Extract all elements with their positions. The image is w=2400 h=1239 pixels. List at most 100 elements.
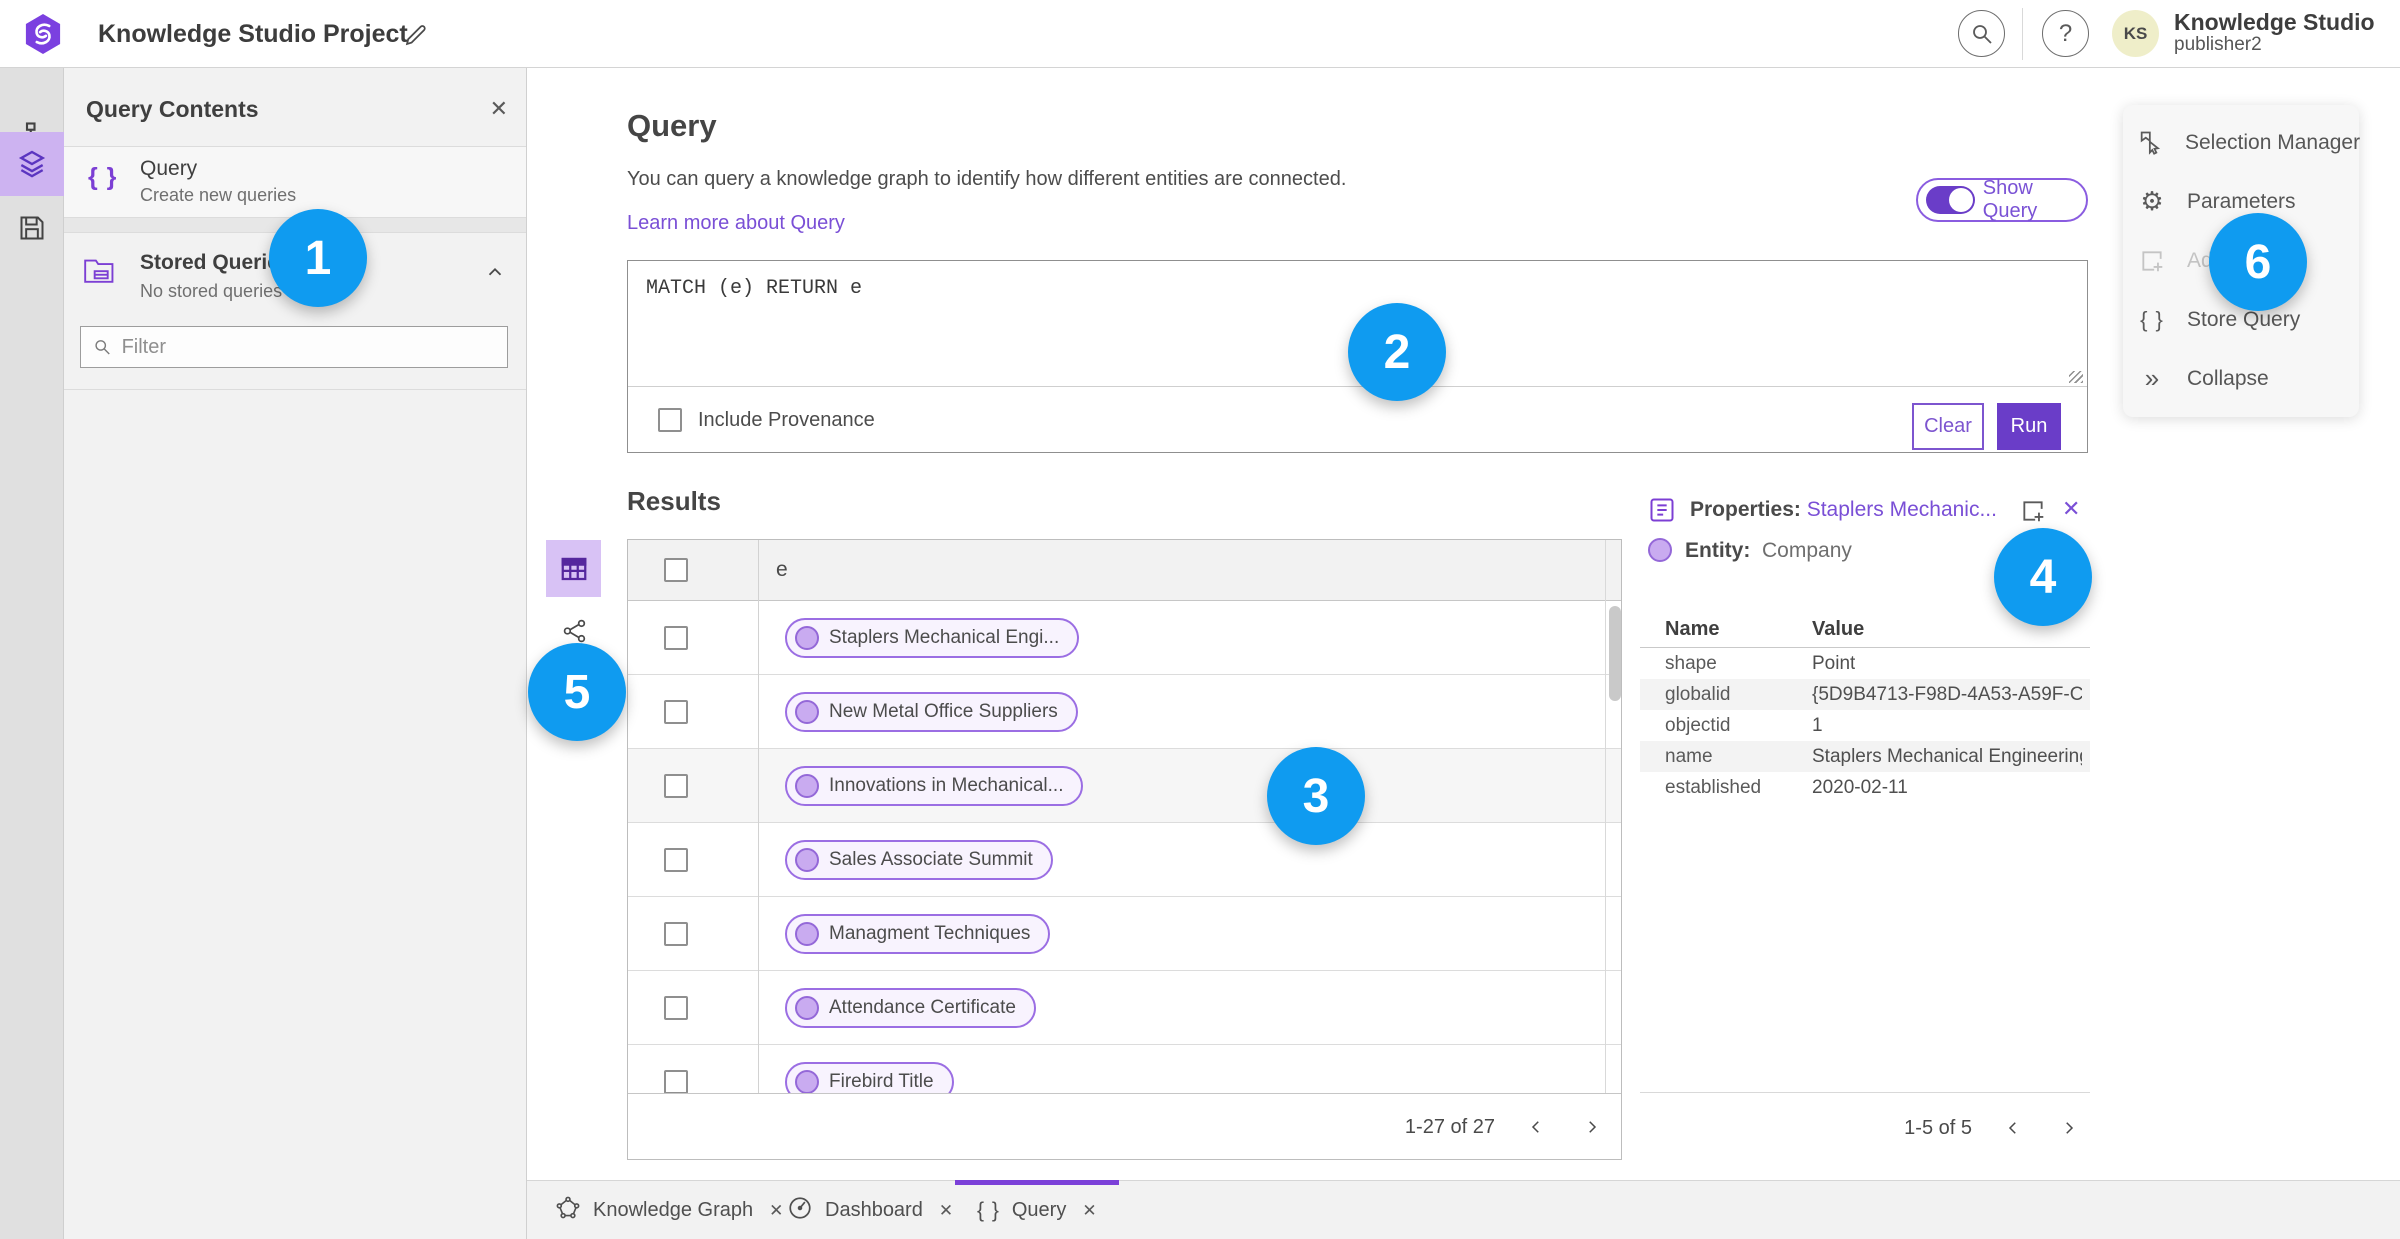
run-button[interactable]: Run bbox=[1997, 403, 2061, 450]
table-row: New Metal Office Suppliers bbox=[628, 675, 1621, 749]
chevron-up-icon[interactable] bbox=[484, 261, 506, 288]
row-checkbox[interactable] bbox=[664, 848, 688, 872]
panel-title: Query Contents bbox=[86, 96, 259, 122]
row-checkbox[interactable] bbox=[664, 1070, 688, 1093]
project-title: Knowledge Studio Project bbox=[98, 20, 408, 48]
tab-close-icon[interactable]: ✕ bbox=[1082, 1201, 1096, 1221]
menu-item-label: Selection Manager bbox=[2185, 130, 2361, 154]
row-checkbox[interactable] bbox=[664, 922, 688, 946]
property-name: globalid bbox=[1665, 683, 1731, 705]
bottom-tab-bar: Knowledge Graph ✕ Dashboard ✕{ } Query ✕ bbox=[527, 1180, 2400, 1239]
dashboard-icon bbox=[787, 1195, 813, 1226]
knowledge-graph-icon bbox=[555, 1195, 581, 1226]
select-all-checkbox[interactable] bbox=[664, 558, 688, 582]
prop-col-name: Name bbox=[1665, 618, 1720, 640]
property-name: established bbox=[1665, 776, 1762, 798]
top-bar: Knowledge Studio Project ? KS Knowledge … bbox=[0, 0, 2400, 68]
panel-close-icon[interactable]: ✕ bbox=[490, 96, 508, 122]
filter-input[interactable] bbox=[121, 335, 495, 359]
chevron-left-icon bbox=[1531, 1121, 1539, 1133]
row-checkbox[interactable] bbox=[664, 700, 688, 724]
properties-next-page-button[interactable] bbox=[2054, 1113, 2084, 1143]
tab-close-icon[interactable]: ✕ bbox=[939, 1201, 953, 1221]
properties-close-icon[interactable]: ✕ bbox=[2062, 496, 2080, 522]
entity-pill[interactable]: Sales Associate Summit bbox=[785, 840, 1053, 880]
annotation-badge-4: 4 bbox=[1994, 528, 2092, 626]
entity-pill[interactable]: Firebird Title bbox=[785, 1062, 954, 1093]
property-name: shape bbox=[1665, 652, 1717, 674]
menu-item-label: Collapse bbox=[2187, 366, 2269, 390]
property-row: established 2020-02-11 bbox=[1640, 772, 2090, 803]
properties-entity-link[interactable]: Staplers Mechanic... bbox=[1807, 498, 1997, 521]
properties-table: Name Value shape Point globalid {5D9B4713-F… bbox=[1640, 618, 2090, 803]
table-row: Firebird Title bbox=[628, 1045, 1621, 1093]
include-provenance-checkbox[interactable] bbox=[658, 408, 682, 432]
row-checkbox[interactable] bbox=[664, 774, 688, 798]
properties-prev-page-button[interactable] bbox=[1998, 1113, 2028, 1143]
search-icon bbox=[95, 340, 110, 355]
properties-icon bbox=[1648, 496, 1676, 529]
menu-item-selection-manager[interactable]: Selection Manager bbox=[2123, 113, 2361, 172]
learn-more-link[interactable]: Learn more about Query bbox=[627, 212, 845, 235]
sidebar-item-query[interactable]: { } Query Create new queries bbox=[64, 147, 526, 218]
query-textarea[interactable]: MATCH (e) RETURN e bbox=[646, 277, 862, 300]
prop-col-value: Value bbox=[1812, 618, 1865, 640]
menu-item-collapse[interactable]: » Collapse bbox=[2123, 349, 2359, 408]
properties-pagination: 1-5 of 5 bbox=[1640, 1092, 2090, 1162]
tab-label: Query bbox=[1011, 1199, 1067, 1221]
query-icon: { } bbox=[977, 1198, 1000, 1222]
main-content: Query You can query a knowledge graph to… bbox=[527, 68, 2400, 1180]
scrollbar-thumb[interactable] bbox=[1609, 606, 1621, 701]
show-query-toggle[interactable]: Show Query bbox=[1916, 177, 2088, 222]
resize-handle[interactable] bbox=[2069, 371, 2083, 383]
rail-save-button[interactable] bbox=[0, 196, 64, 260]
editor-footer: Include Provenance Clear Run bbox=[628, 387, 2087, 453]
property-value: Point bbox=[1812, 652, 1856, 674]
app-logo-icon bbox=[24, 13, 62, 60]
entity-pill[interactable]: New Metal Office Suppliers bbox=[785, 692, 1078, 732]
entity-label: Entity: bbox=[1685, 539, 1751, 562]
stored-queries-title: Stored Queries bbox=[140, 251, 291, 274]
parameters-icon: ⚙ bbox=[2140, 186, 2164, 217]
entity-pill-label: Innovations in Mechanical... bbox=[829, 775, 1064, 796]
table-row: Managment Techniques bbox=[628, 897, 1621, 971]
tab-dashboard[interactable]: Dashboard ✕ bbox=[765, 1181, 975, 1239]
avatar[interactable]: KS bbox=[2112, 10, 2159, 57]
entity-pill[interactable]: Managment Techniques bbox=[785, 914, 1051, 954]
results-prev-page-button[interactable] bbox=[1521, 1112, 1551, 1142]
rail-layers-button[interactable] bbox=[0, 132, 64, 196]
property-value: {5D9B4713-F98D-4A53-A59F-C11... bbox=[1812, 683, 2082, 705]
chevron-right-icon bbox=[1589, 1121, 1597, 1133]
help-button[interactable]: ? bbox=[2042, 10, 2089, 57]
row-checkbox[interactable] bbox=[664, 626, 688, 650]
store-query-icon: { } bbox=[2140, 306, 2164, 332]
table-view-button[interactable] bbox=[546, 540, 601, 597]
entity-pill[interactable]: Innovations in Mechanical... bbox=[785, 766, 1084, 806]
results-next-page-button[interactable] bbox=[1577, 1112, 1607, 1142]
entity-pill-label: Managment Techniques bbox=[829, 923, 1031, 944]
knowledge-studio-app: Knowledge Studio Project ? KS Knowledge … bbox=[0, 0, 2400, 1239]
annotation-badge-1: 1 bbox=[269, 209, 367, 307]
question-icon: ? bbox=[2058, 19, 2073, 47]
add-frame-icon bbox=[2137, 248, 2167, 274]
link-chart-view-button[interactable] bbox=[560, 616, 590, 646]
row-checkbox[interactable] bbox=[664, 996, 688, 1020]
clear-button[interactable]: Clear bbox=[1912, 403, 1984, 450]
chevron-left-icon bbox=[2008, 1122, 2016, 1134]
user-block[interactable]: Knowledge Studio publisher2 bbox=[2174, 9, 2375, 56]
query-item-subtitle: Create new queries bbox=[140, 185, 297, 205]
search-button[interactable] bbox=[1958, 10, 2005, 57]
results-pagination-label: 1-27 of 27 bbox=[1404, 1115, 1495, 1138]
entity-dot-icon bbox=[1648, 538, 1672, 562]
tab-query[interactable]: { } Query ✕ bbox=[955, 1180, 1119, 1239]
annotation-badge-3: 3 bbox=[1267, 747, 1365, 845]
entity-pill[interactable]: Attendance Certificate bbox=[785, 988, 1036, 1028]
folder-icon bbox=[84, 255, 116, 290]
edit-title-button[interactable] bbox=[398, 18, 432, 52]
entity-pill-label: Attendance Certificate bbox=[829, 997, 1016, 1018]
user-role: publisher2 bbox=[2174, 34, 2262, 56]
property-value: Staplers Mechanical Engineering bbox=[1812, 745, 2082, 767]
add-to-frame-button[interactable] bbox=[2018, 496, 2048, 526]
entity-pill[interactable]: Staplers Mechanical Engi... bbox=[785, 618, 1080, 658]
property-name: objectid bbox=[1665, 714, 1731, 736]
